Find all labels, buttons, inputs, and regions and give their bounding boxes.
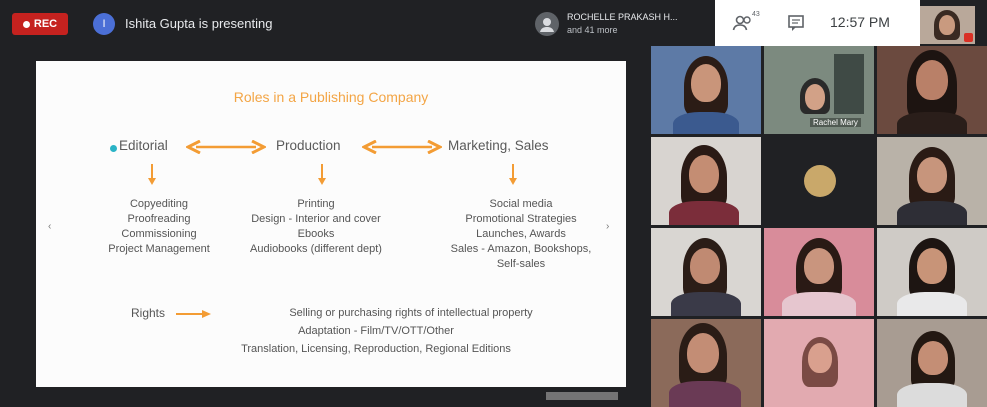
role-production: Production [276,138,341,153]
slide-prev-button[interactable]: ‹ [48,221,51,232]
list-item: Audiobooks (different dept) [250,243,382,255]
list-item: Ebooks [297,228,335,240]
presentation-slide: Roles in a Publishing Company Editorial … [36,61,626,400]
self-view-thumbnail[interactable] [920,6,975,44]
list-item: Commissioning [121,228,197,240]
rights-line: Translation, Licensing, Reproduction, Re… [241,343,511,355]
slide-toolbar[interactable] [546,392,618,400]
list-item: Design - Interior and cover [251,213,381,225]
participants-more: and 41 more [567,25,618,35]
list-item: Copyediting [129,198,189,210]
participant-tile[interactable] [764,228,874,316]
participant-tile[interactable] [651,319,761,407]
presenting-status: Ishita Gupta is presenting [125,16,273,31]
list-item: Social media [489,198,553,210]
production-list: Printing Design - Interior and cover Ebo… [226,197,406,257]
role-editorial: Editorial [119,138,168,153]
rights-line: Selling or purchasing rights of intellec… [289,307,533,319]
participants-chip[interactable]: ROCHELLE PRAKASH H... and 41 more [535,10,705,38]
slide-title: Roles in a Publishing Company [233,89,429,105]
double-arrow-icon [186,140,266,154]
list-item: Self-sales [496,258,546,270]
editorial-list: Copyediting Proofreading Commissioning P… [84,197,234,257]
meeting-top-bar: REC I Ishita Gupta is presenting ROCHELL… [0,0,987,46]
meeting-clock: 12:57 PM [830,14,890,30]
participant-tile[interactable] [651,228,761,316]
list-item: Project Management [108,243,210,255]
rights-line: Adaptation - Film/TV/OTT/Other [298,325,454,337]
participant-tile[interactable] [877,137,987,225]
role-marketing: Marketing, Sales [448,138,549,153]
record-dot-icon [22,20,30,28]
participant-tile[interactable] [764,137,874,225]
participant-tile[interactable] [764,319,874,407]
recording-badge: REC [12,13,68,35]
participant-tile[interactable] [877,46,987,134]
mic-off-icon [964,33,973,42]
participant-name: Rachel Mary [810,118,861,127]
list-item: Promotional Strategies [465,213,577,225]
down-arrow-icon [318,164,326,185]
participant-grid: Rachel Mary [651,46,987,407]
participants-name: ROCHELLE PRAKASH H... [567,12,678,22]
list-item: Printing [297,198,335,210]
down-arrow-icon [509,164,517,185]
rights-label: Rights [131,306,166,320]
rec-label: REC [33,18,58,30]
bullet-dot-icon [110,145,117,152]
participant-tile[interactable]: Rachel Mary [764,46,874,134]
list-item: Proofreading [127,213,191,225]
presenter-avatar: I [93,13,115,35]
participant-tile[interactable] [651,137,761,225]
rights-details: Selling or purchasing rights of intellec… [176,304,576,358]
down-arrow-icon [148,164,156,185]
slide-next-button[interactable]: › [606,221,609,232]
participant-avatar-icon [535,12,559,36]
chat-button[interactable] [787,14,805,32]
presenter-initial: I [102,18,106,30]
chat-icon [788,15,804,31]
list-item: Launches, Awards [476,228,566,240]
people-count: 43 [752,11,760,18]
people-button[interactable]: 43 [732,11,760,32]
marketing-list: Social media Promotional Strategies Laun… [426,197,616,272]
participant-tile[interactable] [651,46,761,134]
participant-tile[interactable] [877,228,987,316]
participant-tile[interactable] [877,319,987,407]
list-item: Sales - Amazon, Bookshops, [450,243,592,255]
double-arrow-icon [362,140,442,154]
